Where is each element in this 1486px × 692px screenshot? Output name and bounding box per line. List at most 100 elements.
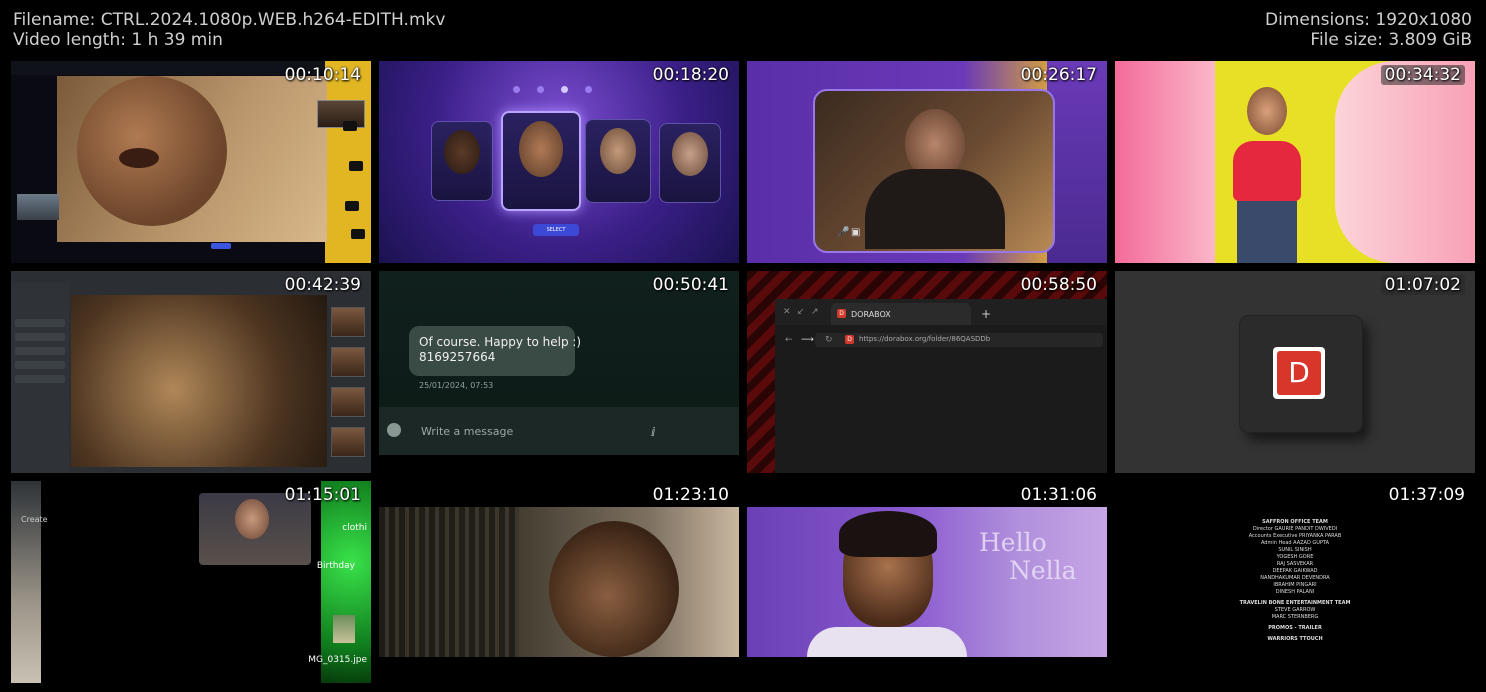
site-icon: D bbox=[845, 335, 854, 344]
panel-row bbox=[15, 375, 65, 383]
thumbnail-4[interactable]: 00:34:32 bbox=[1115, 61, 1475, 263]
folder-label: Birthday bbox=[316, 561, 355, 571]
thumbnail-3[interactable]: 🎤 ▣ 00:26:17 bbox=[747, 61, 1107, 263]
hair bbox=[839, 511, 937, 557]
person-head bbox=[549, 521, 679, 657]
red-top bbox=[1233, 141, 1301, 201]
forward-icon: ⟶ bbox=[801, 335, 814, 345]
thumbnail-12[interactable]: SAFFRON OFFICE TEAM Director GAURIE PANDI… bbox=[1115, 481, 1475, 683]
url-text: https://dorabox.org/folder/86QASDDb bbox=[859, 335, 991, 343]
thumbnail-6[interactable]: Of course. Happy to help :) 8169257664 2… bbox=[379, 271, 739, 455]
filmstrip-thumb bbox=[331, 347, 365, 377]
folder-icon bbox=[351, 229, 365, 239]
credit-line: SAFFRON OFFICE TEAM bbox=[1262, 519, 1328, 525]
message-input: Write a message bbox=[421, 425, 514, 438]
thumbnail-1[interactable]: 00:10:14 bbox=[11, 61, 371, 263]
shirt bbox=[807, 627, 967, 657]
hello-nella-text: Hello Nella bbox=[979, 529, 1077, 585]
pip-video bbox=[317, 100, 365, 128]
thumbnail-8[interactable]: D 01:07:02 bbox=[1115, 271, 1475, 473]
mouth bbox=[119, 148, 159, 168]
camera-icon: ▣ bbox=[851, 227, 861, 238]
credit-line: DEEPAK GAIKWAD bbox=[1272, 568, 1318, 574]
face-card bbox=[431, 121, 493, 201]
timestamp: 01:31:06 bbox=[1020, 485, 1097, 505]
text-cursor-icon: ⅈ bbox=[651, 425, 656, 439]
panel-row bbox=[15, 347, 65, 355]
dimensions-label: Dimensions: 1920x1080 bbox=[1265, 10, 1472, 30]
person bbox=[1223, 81, 1311, 263]
jeans bbox=[1237, 201, 1297, 263]
folder-icon bbox=[349, 161, 363, 171]
maximize-icon: ↗ bbox=[811, 307, 819, 317]
photo-canvas bbox=[71, 295, 327, 467]
folder-label: clothi bbox=[342, 523, 367, 533]
cartoon-right bbox=[1335, 61, 1475, 263]
panel-row bbox=[15, 361, 65, 369]
timestamp: 01:07:02 bbox=[1380, 275, 1465, 295]
credit-line: DINESH PALANI bbox=[1275, 589, 1315, 595]
message-date: 25/01/2024, 07:53 bbox=[419, 381, 494, 390]
timestamp: 00:34:32 bbox=[1380, 65, 1465, 85]
timestamp: 00:58:50 bbox=[1020, 275, 1097, 295]
mic-icon: 🎤 bbox=[837, 227, 850, 238]
face-card-selected bbox=[501, 111, 581, 211]
nella-word: Nella bbox=[1009, 556, 1077, 585]
select-button: SELECT bbox=[533, 224, 579, 236]
filmstrip-thumb bbox=[331, 427, 365, 457]
credit-line: STEVE GARROW bbox=[1274, 607, 1316, 613]
cartoon-left bbox=[1115, 61, 1215, 263]
close-icon: ✕ bbox=[783, 307, 791, 317]
chat-message: Of course. Happy to help :) 8169257664 bbox=[419, 335, 581, 365]
thumbnail-2[interactable]: SELECT 00:18:20 bbox=[379, 61, 739, 263]
credit-line: MARC STERNBERG bbox=[1271, 614, 1319, 620]
face bbox=[600, 128, 636, 174]
dorabox-logo-letter: D bbox=[1277, 351, 1321, 395]
end-credits: SAFFRON OFFICE TEAM Director GAURIE PANDI… bbox=[1115, 515, 1475, 643]
thumbnail-5[interactable]: 00:42:39 bbox=[11, 271, 371, 473]
panel-row bbox=[15, 319, 65, 327]
header-left: Filename: CTRL.2024.1080p.WEB.h264-EDITH… bbox=[13, 10, 445, 50]
header-right: Dimensions: 1920x1080 File size: 3.809 G… bbox=[1265, 10, 1472, 50]
image-file-icon bbox=[333, 615, 355, 643]
step-dot bbox=[561, 86, 568, 93]
step-dot bbox=[513, 86, 520, 93]
thumbnail-7[interactable]: ✕ ↙ ↗ D DORABOX + ← ⟶ ↻ D https://dorabo… bbox=[747, 271, 1107, 473]
credit-line: Admin Head AAZAD GUPTA bbox=[1260, 540, 1330, 546]
face bbox=[1247, 87, 1287, 135]
filmstrip-thumb bbox=[331, 387, 365, 417]
green-panel bbox=[321, 481, 371, 683]
thumbnail-11[interactable]: Hello Nella 01:31:06 bbox=[747, 481, 1107, 683]
credit-line: IBRAHIM PINGARI bbox=[1273, 582, 1317, 588]
step-dot bbox=[585, 86, 592, 93]
channel-avatar bbox=[17, 194, 59, 220]
folder-icon bbox=[343, 121, 357, 131]
subscribe-button bbox=[211, 243, 231, 249]
filename-label: Filename: CTRL.2024.1080p.WEB.h264-EDITH… bbox=[13, 10, 446, 30]
panel-row bbox=[15, 333, 65, 341]
credit-line: PROMOS - TRAILER bbox=[1268, 625, 1322, 631]
tab-label: DORABOX bbox=[851, 310, 891, 319]
hello-word: Hello bbox=[979, 528, 1047, 557]
file-label: MG_0315.jpe bbox=[308, 655, 367, 665]
video-length-label: Video length: 1 h 39 min bbox=[13, 30, 223, 50]
new-tab-icon: + bbox=[981, 307, 992, 321]
message-line-1: Of course. Happy to help :) bbox=[419, 335, 582, 349]
browser-window: ✕ ↙ ↗ D DORABOX + ← ⟶ ↻ D https://dorabo… bbox=[775, 299, 1107, 473]
thumbnail-10[interactable]: 01:23:10 bbox=[379, 481, 739, 683]
timestamp: 00:10:14 bbox=[284, 65, 361, 85]
timestamp: 00:50:41 bbox=[652, 275, 729, 295]
credit-line: SUNIL SINISH bbox=[1278, 547, 1312, 553]
timestamp: 01:37:09 bbox=[1388, 485, 1465, 505]
credit-line: RAJ SASVEKAR bbox=[1276, 561, 1314, 567]
credit-line: Accounts Executive PRIYANKA PARAB bbox=[1248, 533, 1342, 539]
timestamp: 01:23:10 bbox=[652, 485, 729, 505]
folder-icon bbox=[345, 201, 359, 211]
thumbnail-9[interactable]: Create clothi Birthday MG_0315.jpe 01:15… bbox=[11, 481, 371, 683]
left-strip bbox=[11, 481, 41, 683]
side-panel bbox=[1047, 61, 1107, 263]
credit-line: TRAVELIN BONE ENTERTAINMENT TEAM bbox=[1239, 600, 1351, 606]
credit-line: NANDHAKUMAR DEVENDRA bbox=[1260, 575, 1330, 581]
credit-line: WARRIORS TTOUCH bbox=[1267, 636, 1323, 642]
timestamp: 00:26:17 bbox=[1020, 65, 1097, 85]
